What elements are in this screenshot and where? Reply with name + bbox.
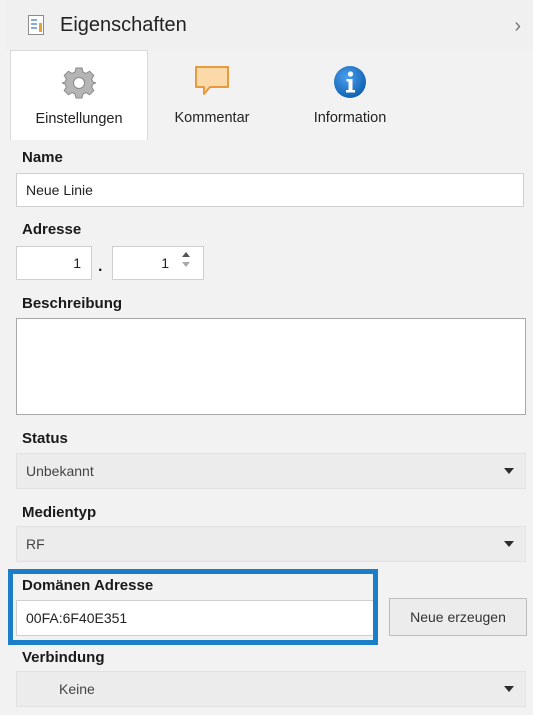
address-separator: . <box>98 258 103 275</box>
highlight-frame <box>8 569 378 645</box>
medientyp-label: Medientyp <box>22 504 97 521</box>
name-label: Name <box>22 149 63 166</box>
status-dropdown[interactable]: Unbekannt <box>16 453 526 489</box>
name-input[interactable]: Neue Linie <box>16 173 524 207</box>
status-label: Status <box>22 430 68 447</box>
panel-header: Eigenschaften › <box>6 0 533 50</box>
status-value: Unbekannt <box>26 463 94 479</box>
adresse-label: Adresse <box>22 221 82 238</box>
tab-label: Information <box>313 110 387 126</box>
address-area-input[interactable]: 1 <box>16 246 92 280</box>
collapse-chevron-icon[interactable]: › <box>514 15 521 38</box>
medientyp-dropdown[interactable]: RF <box>16 526 526 562</box>
tab-label: Kommentar <box>174 110 250 126</box>
address-spinner[interactable] <box>179 252 193 267</box>
neue-erzeugen-button[interactable]: Neue erzeugen <box>389 598 527 636</box>
beschreibung-label: Beschreibung <box>22 295 123 312</box>
tab-bar: Einstellungen Kommentar Information <box>6 50 533 142</box>
properties-icon <box>28 15 44 35</box>
comment-icon <box>194 65 230 101</box>
verbindung-dropdown[interactable]: Keine <box>16 671 526 707</box>
verbindung-value: Keine <box>59 681 95 697</box>
dropdown-arrow-icon <box>504 541 514 547</box>
properties-panel: Eigenschaften › Einstellungen Kommentar … <box>0 0 533 715</box>
verbindung-label: Verbindung <box>22 649 105 666</box>
tab-kommentar[interactable]: Kommentar <box>154 50 270 140</box>
tab-einstellungen[interactable]: Einstellungen <box>10 50 148 142</box>
dropdown-arrow-icon <box>504 468 514 474</box>
beschreibung-textarea[interactable] <box>16 318 526 415</box>
medientyp-value: RF <box>26 536 45 552</box>
tab-label: Einstellungen <box>35 111 123 127</box>
info-icon <box>333 65 367 103</box>
gear-icon <box>60 66 98 104</box>
dropdown-arrow-icon <box>504 686 514 692</box>
panel-title: Eigenschaften <box>60 14 187 36</box>
spin-up-icon[interactable] <box>182 252 190 257</box>
spin-down-icon[interactable] <box>182 262 190 267</box>
tab-information[interactable]: Information <box>288 50 412 140</box>
